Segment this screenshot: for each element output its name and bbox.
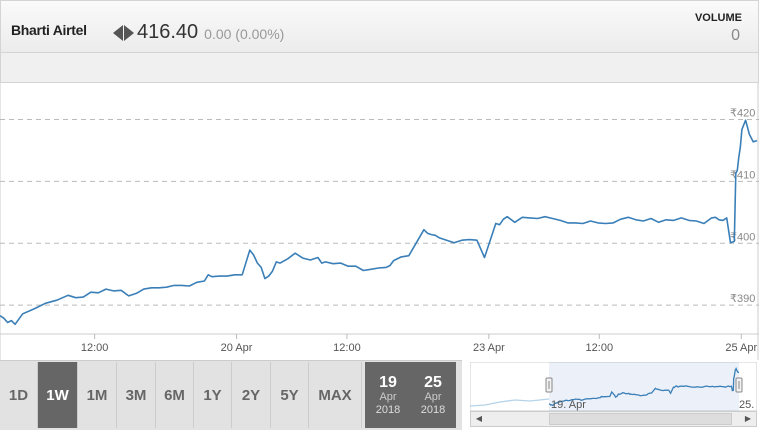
x-tick-label: 23 Apr bbox=[473, 342, 505, 354]
x-tick-label: 25 Apr bbox=[725, 342, 757, 354]
scroll-left-icon[interactable]: ◀ bbox=[473, 413, 485, 425]
navigator-end-label: 25. bbox=[739, 399, 754, 411]
stock-name: Bharti Airtel bbox=[11, 22, 87, 38]
scroll-right-icon[interactable]: ▶ bbox=[742, 413, 754, 425]
date-day: 25 bbox=[424, 373, 442, 391]
price-change: 0.00 (0.00%) bbox=[204, 26, 285, 42]
range-button-2y[interactable]: 2Y bbox=[232, 362, 271, 428]
date-mon: Apr bbox=[424, 390, 442, 403]
range-button-1m[interactable]: 1M bbox=[78, 362, 117, 428]
navigator-start-label: 19. Apr bbox=[551, 399, 586, 411]
date-mon: Apr bbox=[379, 390, 397, 403]
date-yr: 2018 bbox=[420, 403, 446, 416]
range-button-1d[interactable]: 1D bbox=[0, 362, 38, 428]
x-tick-label: 12:00 bbox=[81, 342, 109, 354]
range-button-1w[interactable]: 1W bbox=[38, 362, 78, 428]
price-block: 416.40 0.00 (0.00%) bbox=[113, 21, 284, 44]
range-button-max[interactable]: MAX bbox=[309, 362, 362, 428]
date-yr: 2018 bbox=[375, 403, 401, 416]
range-button-3m[interactable]: 3M bbox=[117, 362, 156, 428]
price-change-arrows-icon bbox=[113, 24, 134, 41]
scroll-thumb[interactable] bbox=[549, 413, 732, 425]
plot-background bbox=[0, 83, 759, 360]
range-button-6m[interactable]: 6M bbox=[156, 362, 194, 428]
range-button-1y[interactable]: 1Y bbox=[194, 362, 232, 428]
volume-value: 0 bbox=[731, 27, 740, 44]
y-tick-label: ₹390 bbox=[730, 293, 755, 305]
price-chart-svg[interactable]: ₹420₹410₹400₹39012:00 20 Apr 12:00 23 Apr 12… bbox=[0, 83, 759, 360]
range-button-5y[interactable]: 5Y bbox=[271, 362, 309, 428]
x-tick-label: 20 Apr bbox=[221, 342, 253, 354]
price-chart[interactable]: ₹420 ₹410 ₹400 ₹390 12:00 20 Apr 12:00 23 Apr 12… bbox=[0, 83, 759, 360]
navigator-scrollbar[interactable]: ◀ ▶ bbox=[470, 411, 757, 427]
to-date-box[interactable]: 25 Apr 2018 bbox=[410, 362, 456, 428]
date-day: 19 bbox=[379, 373, 397, 391]
chart-top-band bbox=[0, 53, 759, 83]
y-tick-label: ₹410 bbox=[730, 169, 755, 181]
quote-header: Bharti Airtel 416.40 0.00 (0.00%) VOLUME… bbox=[0, 0, 759, 53]
volume-label: VOLUME bbox=[694, 12, 742, 24]
x-tick-label: 12:00 bbox=[586, 342, 614, 354]
last-price: 416.40 bbox=[137, 21, 199, 43]
from-date-box[interactable]: 19 Apr 2018 bbox=[365, 362, 411, 428]
x-tick-label: 12:00 bbox=[333, 342, 361, 354]
y-tick-label: ₹420 bbox=[730, 108, 755, 120]
range-toolbar: 1D 1W 1M 3M 6M 1Y 2Y 5Y MAX 19 Apr 2018 25 Apr 2018 bbox=[0, 360, 462, 430]
